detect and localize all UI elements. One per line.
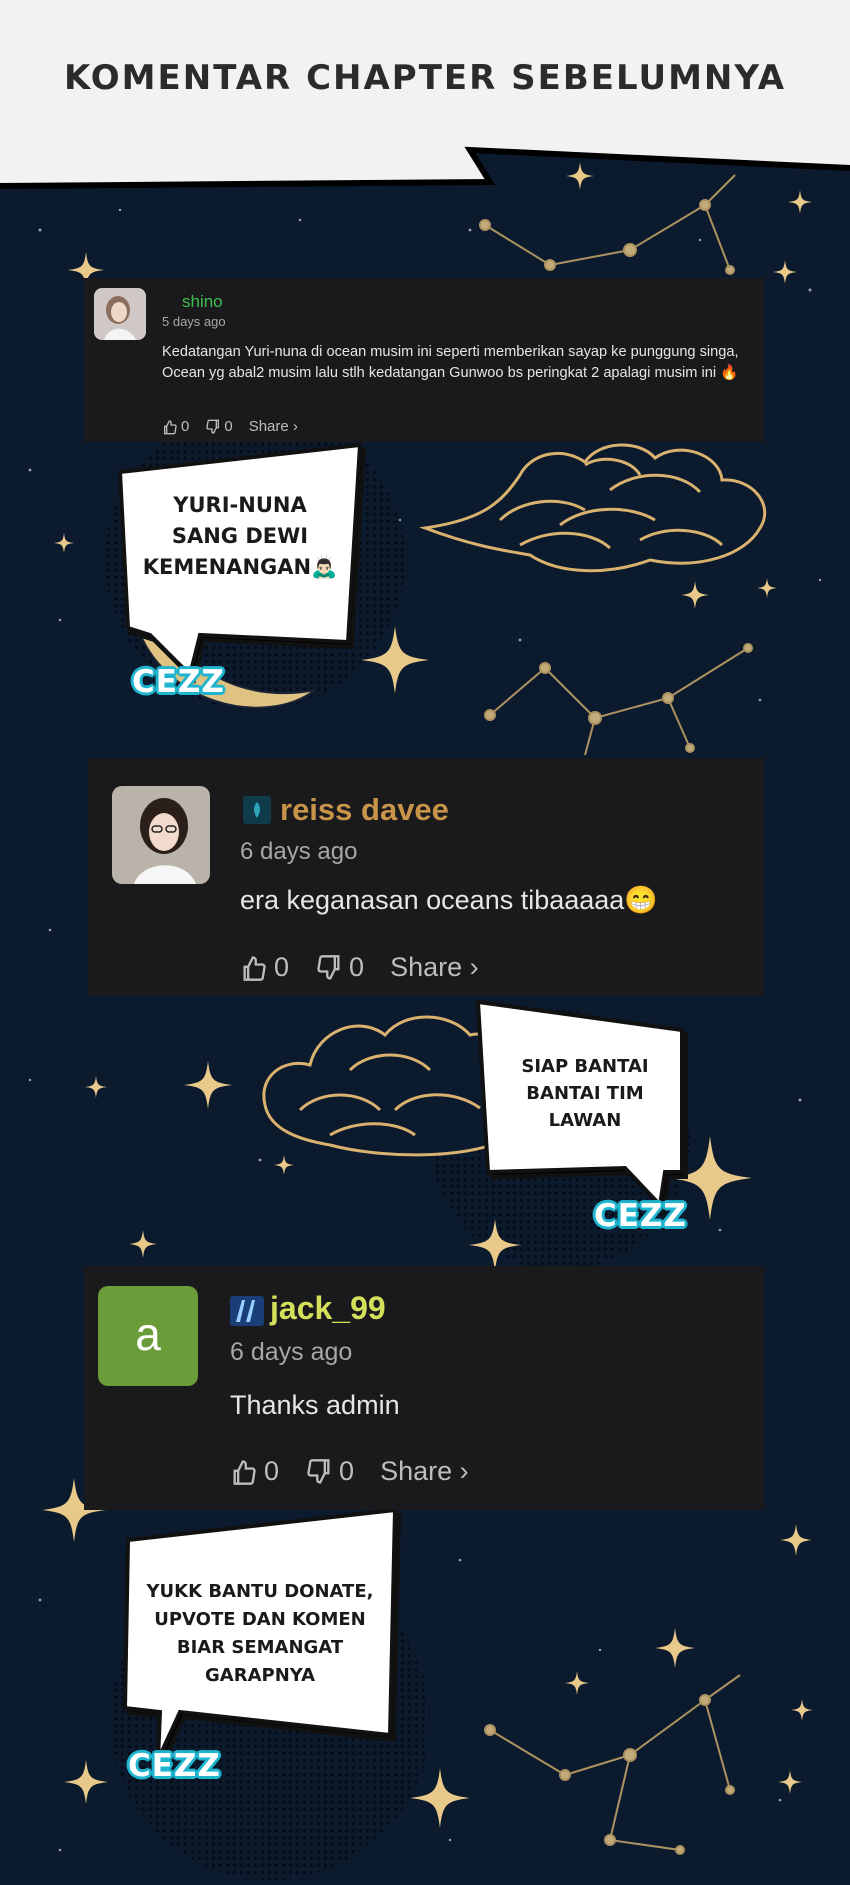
share-button[interactable]: Share › — [390, 952, 479, 983]
comment-actions: 0 0 Share › — [240, 952, 505, 983]
dislike-button[interactable]: 0 — [305, 1456, 354, 1487]
like-count: 0 — [264, 1456, 280, 1486]
comment-actions: 0 0 Share › — [162, 418, 314, 435]
comment-card: shino 5 days ago Kedatangan Yuri-nuna di… — [84, 278, 764, 442]
comment-actions: 0 0 Share › — [230, 1456, 495, 1487]
thumbs-down-icon — [317, 954, 340, 980]
comment-username[interactable]: shino — [182, 292, 223, 312]
dislike-button[interactable]: 0 — [205, 418, 233, 435]
badge-icon — [243, 796, 271, 824]
like-count: 0 — [274, 952, 290, 982]
thumbs-down-icon — [307, 1458, 330, 1484]
avatar-image — [94, 288, 146, 340]
dislike-count: 0 — [224, 418, 233, 435]
speech-bubble-text: SiAP BANTAi BANTAi TiM LAWAN — [521, 1056, 649, 1131]
avatar-image — [112, 786, 210, 884]
comment-text: Kedatangan Yuri-nuna di ocean musim ini … — [162, 344, 739, 381]
page-title: KOMENTAR CHAPTER SEBELUMNYA — [63, 58, 787, 98]
comment-date: 6 days ago — [240, 838, 358, 865]
dislike-button[interactable]: 0 — [315, 952, 364, 983]
speech-bubble-text: YUKK BANTU DONATE, UPVOTE DAN KOMEN BiAR… — [146, 1581, 374, 1686]
dislike-count: 0 — [349, 952, 365, 982]
comment-username[interactable]: jack_99 — [270, 1290, 386, 1327]
share-button[interactable]: Share › — [380, 1456, 469, 1487]
share-button[interactable]: Share › — [249, 418, 298, 435]
like-button[interactable]: 0 — [162, 418, 189, 435]
thumbs-up-icon — [233, 1459, 256, 1485]
like-button[interactable]: 0 — [230, 1456, 279, 1487]
watermark: CEZZ — [128, 1748, 221, 1784]
header-panel — [0, 0, 850, 189]
watermark: CEZZ — [594, 1198, 687, 1234]
comment-date: 6 days ago — [230, 1338, 353, 1366]
thumbs-down-icon — [206, 419, 220, 434]
comment-text: Thanks admin — [230, 1390, 400, 1420]
comment-card: a jack_99 6 days ago Thanks admin 0 0 Sh… — [84, 1266, 764, 1510]
thumbs-up-icon — [243, 955, 266, 981]
speech-bubble-text: YURi-NUNA SANG DEWi KEMENANGAN🙇🏻‍♂️ — [142, 493, 338, 579]
badge-icon — [230, 1296, 264, 1326]
like-count: 0 — [181, 418, 190, 435]
dislike-count: 0 — [339, 1456, 355, 1486]
thumbs-up-icon — [164, 419, 177, 434]
user-avatar[interactable] — [112, 786, 210, 884]
watermark: CEZZ — [132, 664, 225, 700]
like-button[interactable]: 0 — [240, 952, 289, 983]
user-avatar[interactable]: a — [98, 1286, 198, 1386]
user-avatar[interactable] — [94, 288, 146, 340]
comment-date: 5 days ago — [162, 314, 226, 329]
comment-username[interactable]: reiss davee — [280, 792, 449, 828]
comment-text: era keganasan oceans tibaaaaa😁 — [240, 885, 658, 915]
comment-card: reiss davee 6 days ago era keganasan oce… — [88, 758, 764, 996]
